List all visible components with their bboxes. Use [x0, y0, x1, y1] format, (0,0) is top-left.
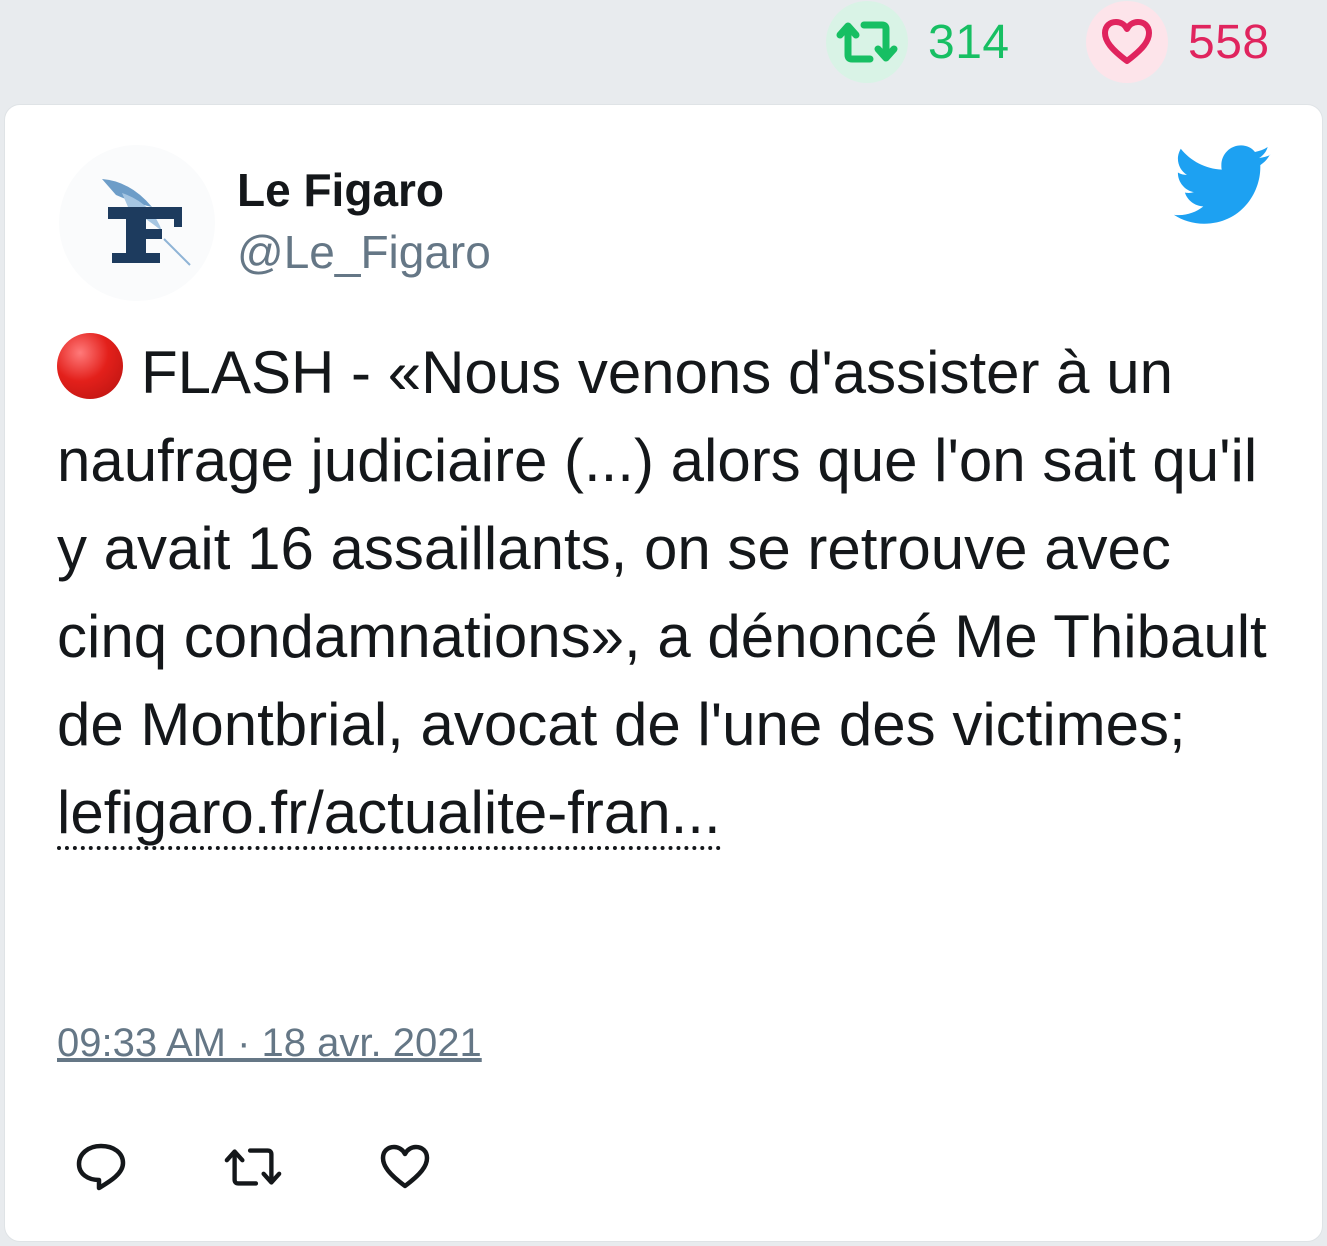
- tweet-card: Le Figaro @Le_Figaro FLASH - «Nous venon…: [4, 104, 1323, 1242]
- heart-icon: [1102, 19, 1152, 64]
- retweet-stat-icon-circle: [826, 1, 908, 83]
- tweet-text: FLASH - «Nous venons d'assister à un nau…: [57, 339, 1267, 758]
- author-avatar[interactable]: [59, 145, 215, 301]
- author-name[interactable]: Le Figaro: [237, 163, 444, 217]
- tweet-actions: [71, 1137, 527, 1197]
- reply-button[interactable]: [71, 1137, 131, 1197]
- retweet-count: 314: [928, 15, 1010, 69]
- retweet-stat[interactable]: 314: [826, 1, 1010, 83]
- like-button[interactable]: [375, 1137, 435, 1197]
- tweet-link[interactable]: lefigaro.fr/actualite-fran...: [57, 779, 721, 850]
- tweet-timestamp[interactable]: 09:33 AM · 18 avr. 2021: [57, 1021, 482, 1066]
- like-stat-icon-circle: [1086, 1, 1168, 83]
- le-figaro-logo-icon: [102, 179, 191, 266]
- twitter-bird-icon[interactable]: [1173, 145, 1273, 227]
- tweet-body: FLASH - «Nous venons d'assister à un nau…: [57, 329, 1277, 857]
- heart-icon: [380, 1144, 430, 1189]
- author-handle[interactable]: @Le_Figaro: [237, 225, 491, 279]
- retweet-icon: [836, 21, 898, 63]
- retweet-icon: [224, 1148, 282, 1186]
- like-stat[interactable]: 558: [1086, 1, 1270, 83]
- tweet-stats-bar: 314 558: [0, 0, 1327, 90]
- like-count: 558: [1188, 15, 1270, 69]
- retweet-button[interactable]: [223, 1137, 283, 1197]
- reply-icon: [76, 1143, 126, 1191]
- red-circle-icon: [57, 333, 123, 399]
